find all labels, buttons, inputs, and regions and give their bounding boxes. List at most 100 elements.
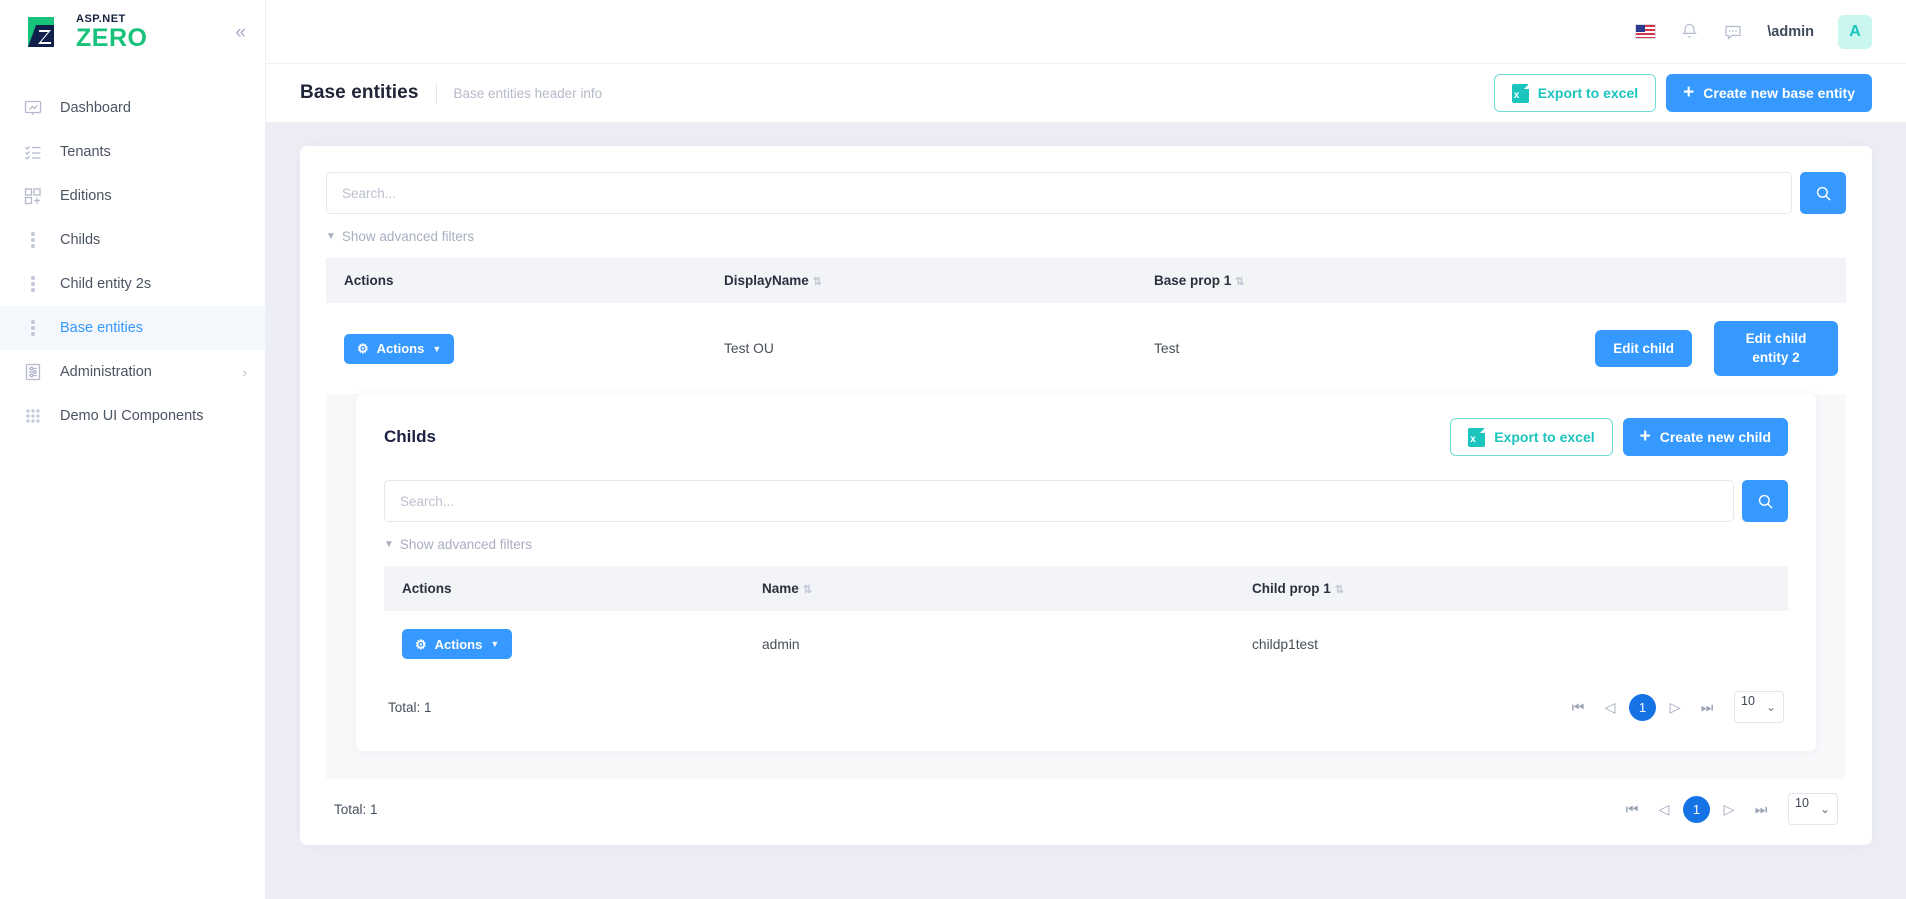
row-actions-label: Actions [376, 341, 425, 356]
row-actions-button[interactable]: ⚙ Actions ▼ [344, 333, 455, 364]
search-button[interactable] [1800, 172, 1846, 214]
column-displayname[interactable]: DisplayName ⇅ [706, 258, 1136, 303]
sidebar-item-label: Childs [60, 232, 101, 248]
sidebar-item-label: Demo UI Components [60, 408, 204, 424]
sidebar-item-editions[interactable]: Editions [0, 174, 265, 218]
sidebar-item-administration[interactable]: Administration › [0, 350, 265, 394]
administration-icon [22, 361, 44, 383]
gear-icon: ⚙ [357, 341, 369, 356]
sidebar-nav: Dashboard Tenants Editions Childs Child … [0, 86, 265, 438]
base-entities-page-size-select[interactable]: 10 ⌄ [1788, 793, 1838, 825]
childs-search-button[interactable] [1742, 480, 1788, 522]
sidebar-item-base-entities[interactable]: Base entities [0, 306, 265, 350]
chevron-down-icon: ▼ [490, 639, 500, 649]
last-page-button[interactable]: ⏭ [1748, 796, 1774, 822]
childs-column-actions[interactable]: Actions [384, 566, 744, 611]
avatar[interactable]: A [1838, 14, 1872, 49]
chevron-down-icon: ▼ [326, 231, 336, 242]
childs-column-child-prop-1[interactable]: Child prop 1 ⇅ [1234, 566, 1788, 611]
chevron-right-icon: › [242, 364, 247, 380]
brand-row: ASP.NET ZERO « [0, 0, 265, 64]
app-root: ASP.NET ZERO « Dashboard Tenants Edition… [0, 0, 1906, 899]
chevrons-left-icon[interactable]: « [233, 19, 245, 46]
user-name-label[interactable]: \admin [1767, 24, 1814, 40]
sidebar-item-dashboard[interactable]: Dashboard [0, 86, 265, 130]
column-displayname-label: DisplayName [724, 273, 809, 288]
next-page-button[interactable]: ▷ [1716, 796, 1742, 822]
childs-export-to-excel-button[interactable]: x Export to excel [1450, 418, 1613, 456]
brand-text: ASP.NET ZERO [76, 12, 147, 51]
export-to-excel-button[interactable]: x Export to excel [1493, 74, 1657, 112]
column-base-prop-1[interactable]: Base prop 1 ⇅ [1136, 258, 1846, 303]
brand-top-label: ASP.NET [76, 12, 126, 25]
sort-icon: ⇅ [1334, 584, 1344, 596]
us-flag-icon[interactable] [1635, 24, 1657, 39]
cell-actions: ⚙ Actions ▼ [326, 303, 706, 394]
base-entities-search-row [326, 172, 1846, 214]
cell-base-prop-1: Test Edit child Edit child entity 2 [1136, 303, 1846, 394]
base-entities-total-label: Total: 1 [334, 801, 378, 817]
edit-child-entity-2-line2: entity 2 [1752, 349, 1800, 365]
chat-icon[interactable] [1723, 22, 1743, 42]
childs-row-actions-button[interactable]: ⚙ Actions ▼ [402, 629, 513, 659]
search-input[interactable] [326, 172, 1792, 214]
childs-title: Childs [384, 427, 436, 446]
plus-icon: + [1639, 425, 1651, 447]
childs-table-body: ⚙ Actions ▼ admin childp1test [384, 611, 1788, 677]
subheader-actions: x Export to excel + Create new base enti… [1493, 74, 1872, 112]
page-number-button[interactable]: 1 [1683, 795, 1710, 823]
show-advanced-filters-label: Show advanced filters [341, 229, 474, 244]
previous-page-button[interactable]: ◁ [1597, 694, 1623, 720]
cell-displayname: Test OU [706, 303, 1136, 394]
dots-icon [22, 229, 44, 251]
tenants-icon [22, 141, 44, 163]
excel-file-icon: x [1511, 83, 1529, 103]
childs-row-actions-label: Actions [434, 636, 483, 652]
gear-icon: ⚙ [415, 636, 427, 652]
childs-cell-child-prop-1: childp1test [1234, 611, 1788, 677]
sidebar-item-tenants[interactable]: Tenants [0, 130, 265, 174]
first-page-button[interactable]: ⏮ [1619, 796, 1645, 822]
base-entities-table-head: Actions DisplayName ⇅ Base prop 1 ⇅ [326, 258, 1846, 303]
base-prop-1-value: Test [1154, 341, 1180, 356]
sidebar-item-child-entity-2s[interactable]: Child entity 2s [0, 262, 265, 306]
childs-pager-row: Total: 1 ⏮ ◁ 1 ▷ ⏭ 10 ⌄ [384, 677, 1788, 733]
previous-page-button[interactable]: ◁ [1651, 796, 1677, 822]
childs-show-advanced-filters-toggle[interactable]: ▼ Show advanced filters [384, 537, 532, 552]
childs-page-size-value: 10 [1741, 694, 1755, 708]
table-row: ⚙ Actions ▼ Test OU Test Edit child Edit… [326, 303, 1846, 394]
dots-icon [22, 273, 44, 295]
childs-column-name[interactable]: Name ⇅ [744, 566, 1234, 611]
childs-column-actions-label: Actions [402, 581, 452, 596]
first-page-button[interactable]: ⏮ [1565, 694, 1591, 720]
create-new-child-button[interactable]: + Create new child [1622, 418, 1788, 456]
childs-column-name-label: Name [762, 581, 799, 596]
excel-file-icon: x [1468, 427, 1486, 447]
sidebar-item-label: Tenants [60, 144, 111, 160]
sidebar-item-demo-ui-components[interactable]: Demo UI Components [0, 394, 265, 438]
last-page-button[interactable]: ⏭ [1694, 694, 1720, 720]
create-new-base-entity-label: Create new base entity [1703, 85, 1855, 101]
page-number-button[interactable]: 1 [1629, 693, 1656, 721]
show-advanced-filters-toggle[interactable]: ▼ Show advanced filters [326, 229, 474, 244]
topbar: \admin A [266, 0, 1906, 64]
create-new-child-label: Create new child [1659, 429, 1771, 445]
aspnet-zero-logo-icon [24, 11, 66, 53]
edit-child-entity-2-button[interactable]: Edit child entity 2 [1714, 321, 1838, 376]
sidebar-item-label: Administration [60, 364, 152, 380]
sidebar-item-label: Editions [60, 188, 112, 204]
childs-search-input[interactable] [384, 480, 1734, 522]
sort-icon: ⇅ [1235, 276, 1245, 288]
edit-child-entity-2-line1: Edit child [1745, 331, 1807, 347]
bell-icon[interactable] [1680, 22, 1699, 41]
sidebar-item-childs[interactable]: Childs [0, 218, 265, 262]
column-actions[interactable]: Actions [326, 258, 706, 303]
dots-icon [22, 317, 44, 339]
edit-child-button[interactable]: Edit child [1595, 330, 1692, 367]
childs-card: Childs x Export to excel + Create new ch… [356, 394, 1816, 751]
childs-page-size-select[interactable]: 10 ⌄ [1734, 691, 1784, 723]
sort-icon: ⇅ [802, 584, 812, 596]
create-new-base-entity-button[interactable]: + Create new base entity [1666, 74, 1872, 112]
childs-cell-name: admin [744, 611, 1234, 677]
next-page-button[interactable]: ▷ [1662, 694, 1688, 720]
